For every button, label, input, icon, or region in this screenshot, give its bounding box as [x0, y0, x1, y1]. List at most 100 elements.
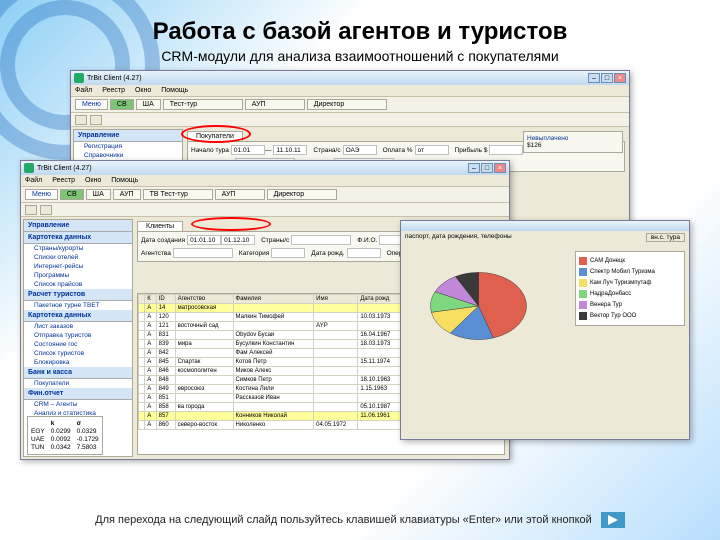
agency-input[interactable] [173, 248, 233, 258]
nav-item[interactable]: CRM – Агенты [24, 400, 132, 409]
titlebar[interactable]: TrBit Client (4.27) – □ × [71, 71, 629, 85]
cell [175, 331, 233, 340]
column-header[interactable]: Фамилия [233, 295, 314, 304]
group-header[interactable]: Управление [74, 130, 182, 142]
seg-cb[interactable]: СВ [110, 99, 134, 110]
titlebar[interactable]: TrBit Client (4.27) – □ × [21, 161, 509, 175]
cell [314, 376, 358, 385]
cell [314, 304, 358, 313]
cell: A [145, 340, 156, 349]
column-header[interactable]: ID [156, 295, 175, 304]
group-header[interactable]: Расчет туристов [24, 289, 132, 301]
country-input[interactable] [291, 235, 351, 245]
toolbar-icon[interactable] [25, 205, 37, 215]
cell [175, 394, 233, 403]
menu-registry[interactable]: Реестр [102, 87, 125, 94]
nav-item[interactable]: Списки отелей [24, 253, 132, 262]
legend-item: Спектр Мобил Туризма [579, 267, 681, 277]
seg-director[interactable]: Директор [267, 189, 337, 200]
date-to-input[interactable] [221, 235, 255, 245]
nav-item[interactable]: Регистрация [74, 142, 182, 151]
menu-registry[interactable]: Реестр [52, 177, 75, 184]
menu-button[interactable]: Меню [75, 99, 108, 110]
minimize-button[interactable]: – [588, 73, 600, 83]
menu-window[interactable]: Окно [85, 177, 101, 184]
menubar[interactable]: Файл Реестр Окно Помощь [71, 85, 629, 97]
close-button[interactable]: × [494, 163, 506, 173]
menu-file[interactable]: Файл [25, 177, 42, 184]
cell [233, 322, 314, 331]
toolbar-icon[interactable] [40, 205, 52, 215]
nav-item[interactable]: Список туристов [24, 349, 132, 358]
nav-item[interactable]: Состояние гос [24, 340, 132, 349]
seg-sha[interactable]: ША [136, 99, 161, 110]
cell: мира [175, 340, 233, 349]
date-from-input[interactable] [231, 145, 265, 155]
menu-help[interactable]: Помощь [161, 87, 188, 94]
cell: A [145, 313, 156, 322]
menubar[interactable]: Файл Реестр Окно Помощь [21, 175, 509, 187]
chart-legend: САМ ДонецкСпектр Мобил ТуризмаКам Луч Ту… [575, 251, 685, 326]
menu-window[interactable]: Окно [135, 87, 151, 94]
country-input[interactable] [343, 145, 377, 155]
group-header[interactable]: Картотека данных [24, 232, 132, 244]
nav-item[interactable]: Отправка туристов [24, 331, 132, 340]
close-button[interactable]: × [614, 73, 626, 83]
group-header[interactable]: Фин.отчет [24, 388, 132, 400]
nav-item[interactable]: Покупатели [24, 379, 132, 388]
seg-director[interactable]: Директор [307, 99, 387, 110]
group-header[interactable]: Управление [24, 220, 132, 232]
category-input[interactable] [271, 248, 305, 258]
cell: 11.06.1961 [358, 412, 402, 421]
next-slide-button[interactable] [601, 512, 625, 528]
cell [314, 313, 358, 322]
maximize-button[interactable]: □ [481, 163, 493, 173]
cell: 10.03.1973 [358, 313, 402, 322]
pay-input[interactable] [415, 145, 449, 155]
group-header[interactable]: Картотека данных [24, 310, 132, 322]
nav-item[interactable]: Справочники [74, 151, 182, 160]
filter-label: Страны/с [261, 237, 289, 244]
minimize-button[interactable]: – [468, 163, 480, 173]
maximize-button[interactable]: □ [601, 73, 613, 83]
toolbar-icon[interactable] [90, 115, 102, 125]
cell: 04.05.1972 [314, 421, 358, 430]
nav-item[interactable]: Список прайсов [24, 280, 132, 289]
tab-clients[interactable]: Клиенты [137, 221, 183, 231]
seg-aup[interactable]: АУП [113, 189, 141, 200]
chart-button[interactable]: вн.с. тура [646, 233, 685, 242]
cell: A [145, 421, 156, 430]
titlebar[interactable] [401, 221, 689, 231]
date-from-input[interactable] [187, 235, 221, 245]
menu-help[interactable]: Помощь [111, 177, 138, 184]
column-header[interactable]: Дата рожд [358, 295, 402, 304]
column-header[interactable]: Имя [314, 295, 358, 304]
cell: Фам Алексей [233, 349, 314, 358]
column-header[interactable]: Агентство [175, 295, 233, 304]
toolbar-icon[interactable] [75, 115, 87, 125]
group-header[interactable]: Банк и касса [24, 367, 132, 379]
nav-item[interactable]: Интернет-рейсы [24, 262, 132, 271]
nav-item[interactable]: Программы [24, 271, 132, 280]
column-header[interactable]: К [145, 295, 156, 304]
filter-label: Ф.И.О. [357, 237, 377, 244]
nav-item[interactable]: Страны/курорты [24, 244, 132, 253]
seg-testtour[interactable]: Тест-тур [163, 99, 243, 110]
profit-input[interactable] [489, 145, 523, 155]
menu-button[interactable]: Меню [25, 189, 58, 200]
menu-file[interactable]: Файл [75, 87, 92, 94]
birthdate-input[interactable] [347, 248, 381, 258]
chart-tab[interactable]: паспорт, дата рождения, телефоны [405, 233, 512, 242]
nav-item[interactable]: Лист заказов [24, 322, 132, 331]
seg-tt[interactable]: ТВ Тест-тур [143, 189, 213, 200]
cell: A [145, 403, 156, 412]
seg-aup[interactable]: АУП [245, 99, 305, 110]
seg-sha[interactable]: ША [86, 189, 111, 200]
nav-item[interactable]: Пакетное турне ТВЕТ [24, 301, 132, 310]
nav-item[interactable]: Блокировка [24, 358, 132, 367]
seg-aup2[interactable]: АУП [215, 189, 265, 200]
seg-cb[interactable]: СВ [60, 189, 84, 200]
cell: 857 [156, 412, 175, 421]
date-to-input[interactable] [273, 145, 307, 155]
app-icon [24, 163, 34, 173]
